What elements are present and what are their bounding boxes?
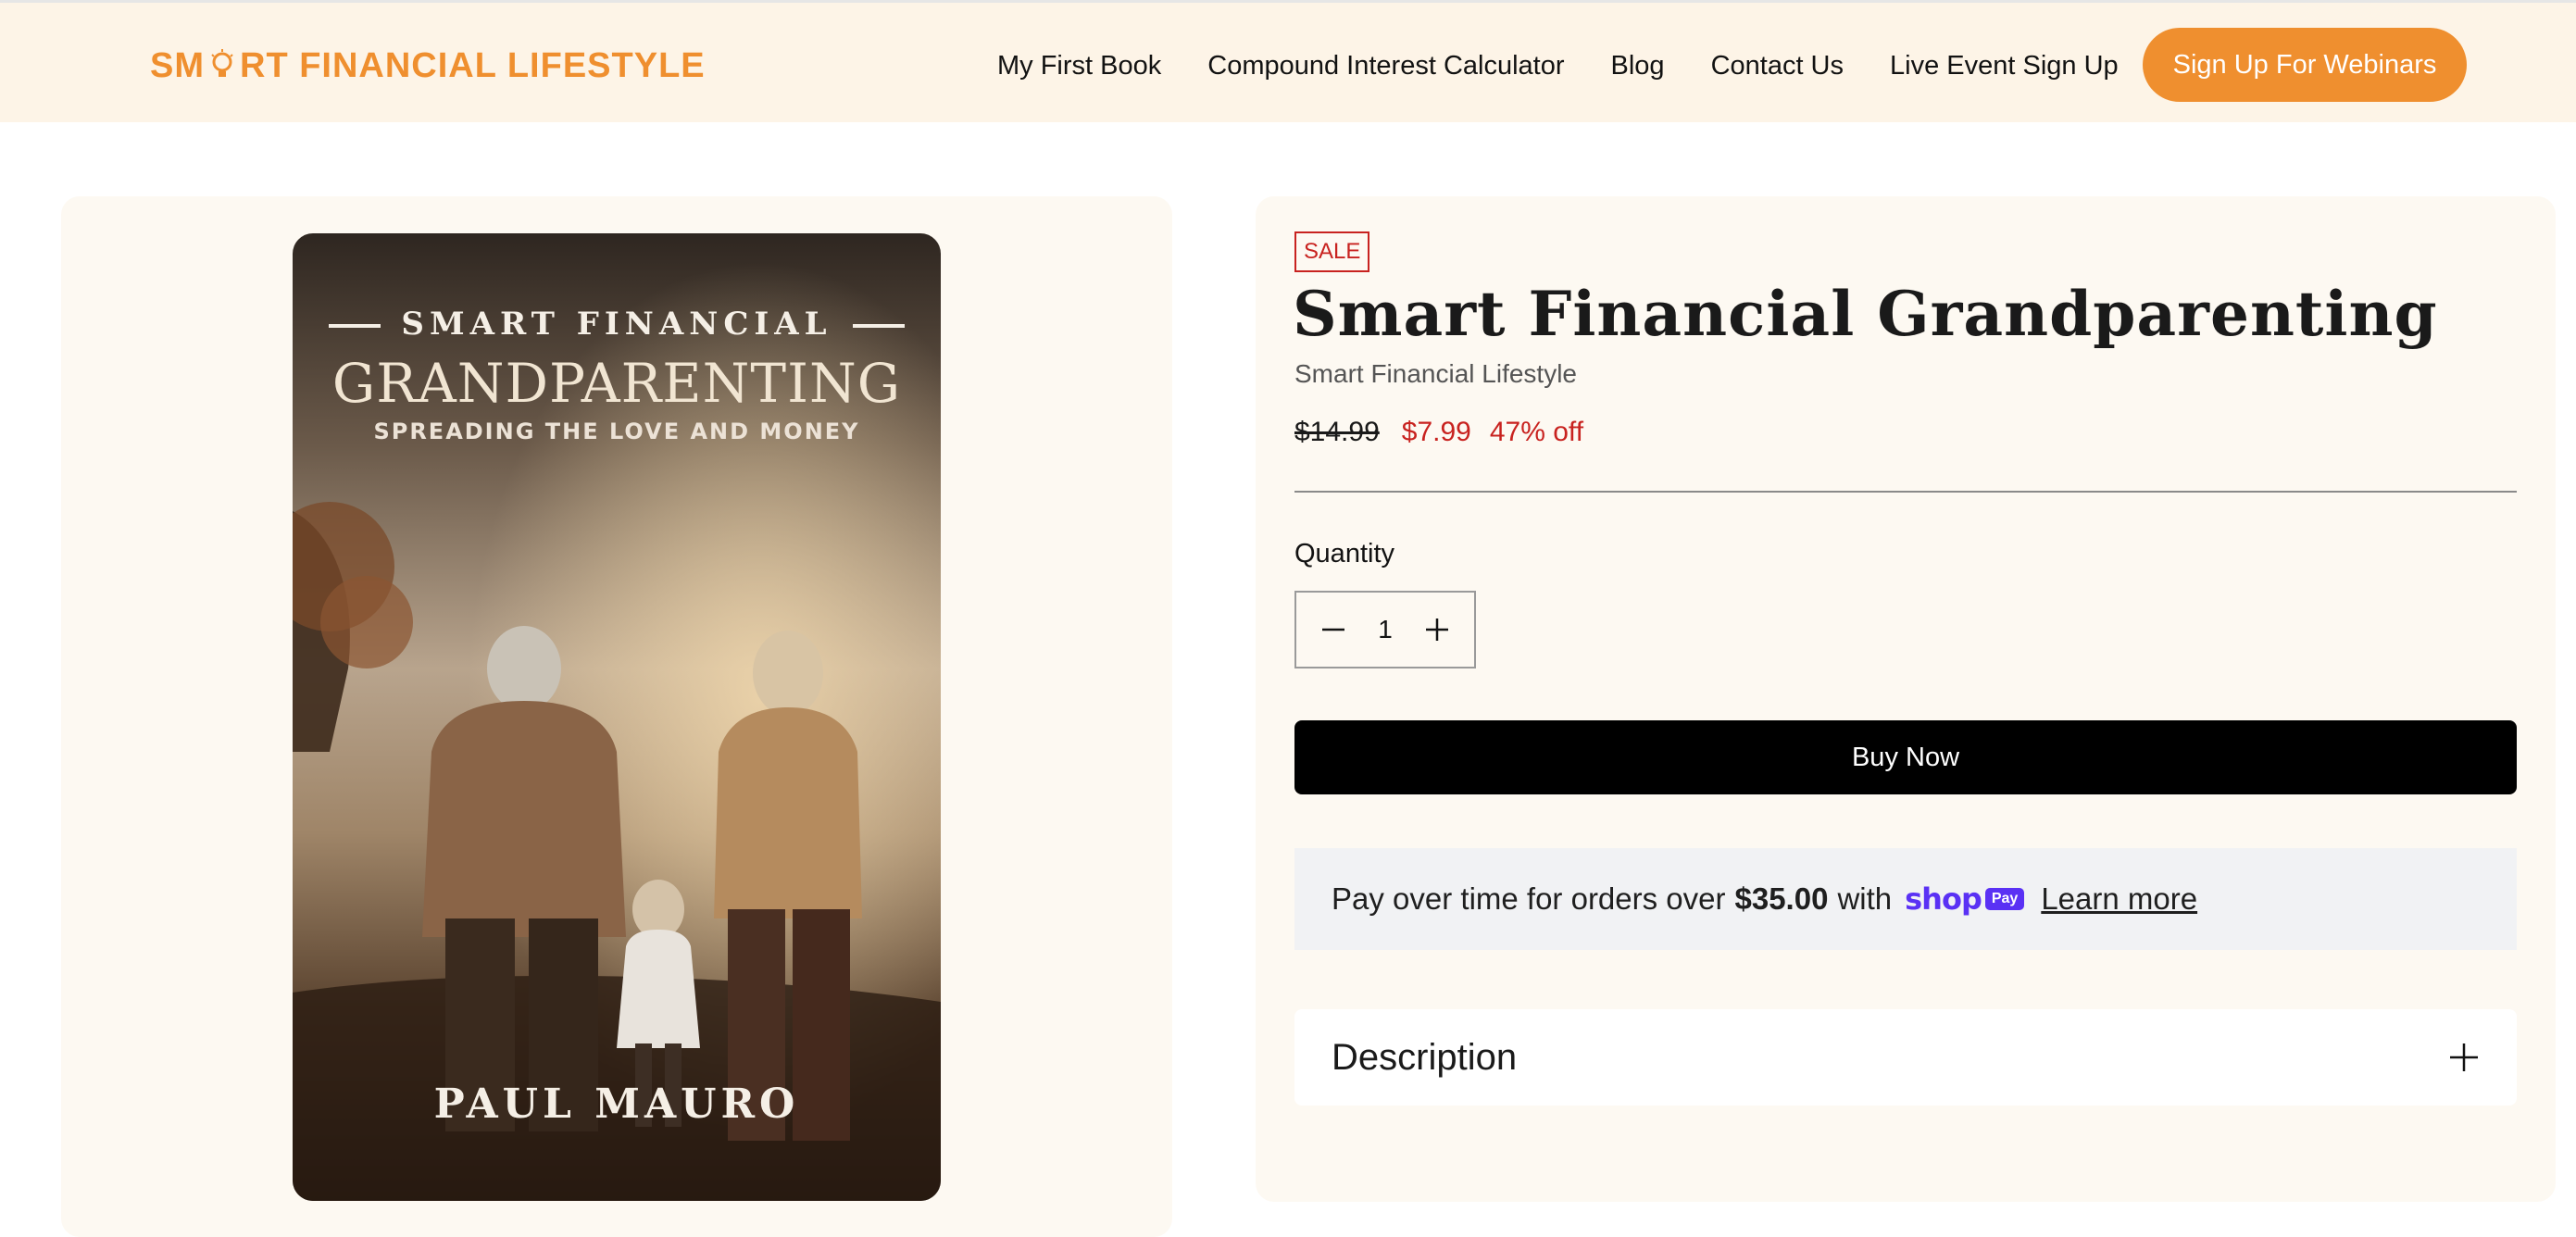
logo-text-start: SM (150, 45, 205, 85)
installments-amount: $35.00 (1734, 881, 1829, 916)
nav-item-live-event-sign-up[interactable]: Live Event Sign Up (1890, 51, 2119, 81)
site-header: SM RT FINANCIAL LIFESTYLE My First Book … (0, 0, 2576, 122)
product-vendor: Smart Financial Lifestyle (1294, 359, 1578, 388)
sale-badge: SALE (1294, 231, 1370, 272)
nav-item-compound-interest-calculator[interactable]: Compound Interest Calculator (1207, 51, 1564, 81)
installments-with: with (1837, 881, 1893, 916)
plus-icon[interactable] (1419, 611, 1456, 648)
sale-price: $7.99 (1401, 417, 1471, 447)
site-logo[interactable]: SM RT FINANCIAL LIFESTYLE (150, 44, 706, 88)
product-title: Smart Financial Grandparenting (1293, 278, 2438, 350)
quantity-label: Quantity (1294, 539, 1394, 569)
webinar-signup-button[interactable]: Sign Up For Webinars (2143, 28, 2467, 102)
nav-item-contact-us[interactable]: Contact Us (1711, 51, 1844, 81)
plus-icon[interactable] (2448, 1042, 2480, 1073)
original-price: $14.99 (1294, 417, 1380, 447)
shop-pay-logo: shop Pay (1905, 881, 2025, 917)
main-nav: My First Book Compound Interest Calculat… (997, 40, 2119, 92)
shop-pay-chip: Pay (1984, 888, 2025, 910)
product-info-panel: SALE Smart Financial Grandparenting Smar… (1256, 196, 2556, 1202)
description-label: Description (1332, 1036, 1518, 1078)
learn-more-link[interactable]: Learn more (2041, 881, 2197, 917)
description-accordion[interactable]: Description (1294, 1009, 2517, 1106)
shop-pay-wordmark: shop (1905, 881, 1982, 917)
cover-subtitle: SPREADING THE LOVE AND MONEY (373, 419, 860, 444)
product-page: SM RT FINANCIAL LIFESTYLE My First Book … (0, 0, 2576, 1237)
minus-icon[interactable] (1315, 611, 1352, 648)
quantity-stepper: 1 (1294, 591, 1476, 668)
nav-item-blog[interactable]: Blog (1611, 51, 1665, 81)
cover-top-line: SMART FINANCIAL (293, 306, 941, 343)
book-cover-image[interactable]: SMART FINANCIAL GRANDPARENTING SPREADING… (293, 233, 941, 1201)
lightbulb-icon (208, 47, 236, 84)
cover-author: PAUL MAURO (433, 1081, 800, 1128)
installments-text: Pay over time for orders over (1332, 881, 1726, 916)
nav-item-my-first-book[interactable]: My First Book (997, 51, 1161, 81)
price-divider (1294, 491, 2517, 493)
price-block: $14.99 $7.99 47% off (1294, 417, 1583, 448)
product-media-panel: SMART FINANCIAL GRANDPARENTING SPREADING… (61, 196, 1172, 1237)
cover-main-title: GRANDPARENTING (331, 352, 902, 415)
installments-banner: Pay over time for orders over $35.00 wit… (1294, 848, 2517, 950)
discount-label: 47% off (1489, 417, 1584, 447)
logo-text-end: RT FINANCIAL LIFESTYLE (240, 45, 706, 85)
buy-now-button[interactable]: Buy Now (1294, 720, 2517, 794)
quantity-input[interactable]: 1 (1367, 615, 1404, 644)
